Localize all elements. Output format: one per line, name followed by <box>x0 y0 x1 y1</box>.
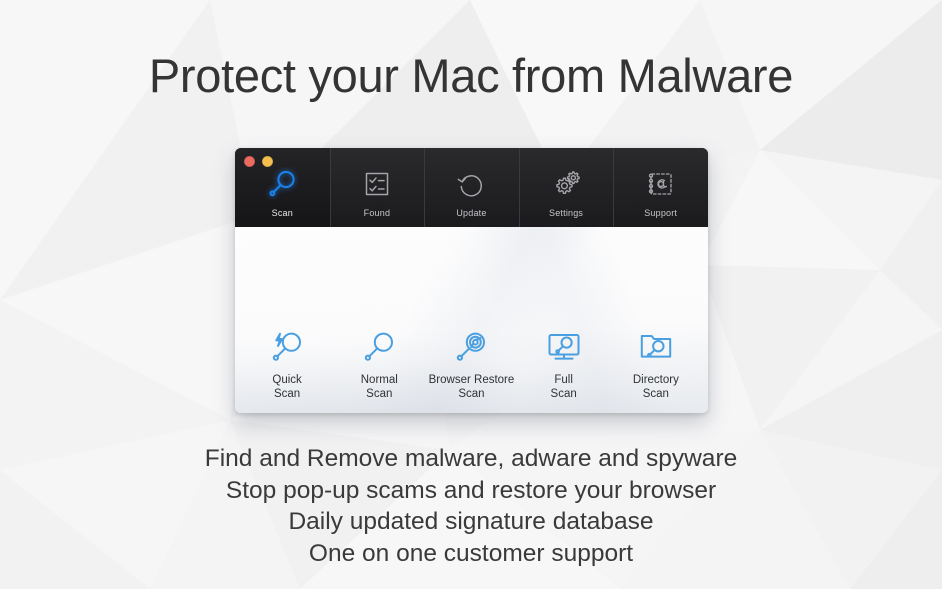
window-content: Quick Scan Normal Scan Browser Restore S… <box>235 227 708 413</box>
tab-label: Settings <box>549 208 584 218</box>
tab-found[interactable]: Found <box>329 148 425 227</box>
checklist-icon <box>362 163 392 205</box>
gears-icon <box>550 163 582 205</box>
minimize-button[interactable] <box>262 156 273 167</box>
bolt-magnifier-icon <box>267 325 307 369</box>
tab-settings[interactable]: Settings <box>518 148 614 227</box>
feature-line: One on one customer support <box>308 539 634 567</box>
tab-label: Support <box>644 208 678 218</box>
scan-label-line2: Scan <box>458 388 485 400</box>
scan-label-line2: Scan <box>642 388 669 400</box>
scan-option-browser[interactable]: Browser Restore Scan <box>425 325 517 401</box>
scan-label-line2: Scan <box>366 388 393 400</box>
page-title: Protect your Mac from Malware <box>148 49 794 102</box>
scan-option-label: Full Scan <box>551 373 577 401</box>
feature-list: Find and Remove malware, adware and spyw… <box>0 443 942 569</box>
refresh-arrow-icon <box>456 163 486 205</box>
scan-options-row: Quick Scan Normal Scan Browser Restore S… <box>235 325 708 401</box>
scan-option-directory[interactable]: Directory Scan <box>610 325 702 401</box>
magnifier-icon <box>265 163 299 205</box>
tab-label: Update <box>456 208 487 218</box>
scan-option-full[interactable]: Full Scan <box>518 325 610 401</box>
app-window: Scan Found Update Settings Support Quick… <box>235 148 708 413</box>
scan-option-label: Normal Scan <box>361 373 398 401</box>
scan-option-label: Directory Scan <box>633 373 679 401</box>
tab-support[interactable]: Support <box>613 148 708 227</box>
magnifier-icon <box>359 325 399 369</box>
globe-magnifier-icon <box>451 325 491 369</box>
scan-label-line1: Full <box>554 374 573 386</box>
feature-line: Stop pop-up scams and restore your brows… <box>225 476 717 504</box>
scan-label-line1: Browser Restore <box>428 374 515 386</box>
window-titlebar: Scan Found Update Settings Support <box>235 148 708 227</box>
scan-label-line1: Quick <box>272 374 302 386</box>
tab-update[interactable]: Update <box>424 148 519 227</box>
scan-label-line2: Scan <box>550 388 577 400</box>
close-button[interactable] <box>244 156 255 167</box>
feature-line: Find and Remove malware, adware and spyw… <box>204 445 738 472</box>
scan-option-quick[interactable]: Quick Scan <box>241 325 333 401</box>
scan-label-line1: Directory <box>632 374 679 386</box>
monitor-magnifier-icon <box>544 325 584 369</box>
tab-label: Scan <box>271 208 293 218</box>
scan-label-line1: Normal <box>360 374 398 386</box>
feature-line: Daily updated signature database <box>288 508 654 535</box>
scan-option-label: Browser Restore Scan <box>429 373 515 401</box>
folder-magnifier-icon <box>636 325 676 369</box>
scan-option-normal[interactable]: Normal Scan <box>333 325 425 401</box>
scan-label-line2: Scan <box>273 388 301 400</box>
tab-label: Found <box>363 208 391 218</box>
traffic-lights <box>244 156 273 167</box>
scan-option-label: Quick Scan <box>272 373 301 401</box>
at-sign-stamp-icon <box>646 163 676 205</box>
